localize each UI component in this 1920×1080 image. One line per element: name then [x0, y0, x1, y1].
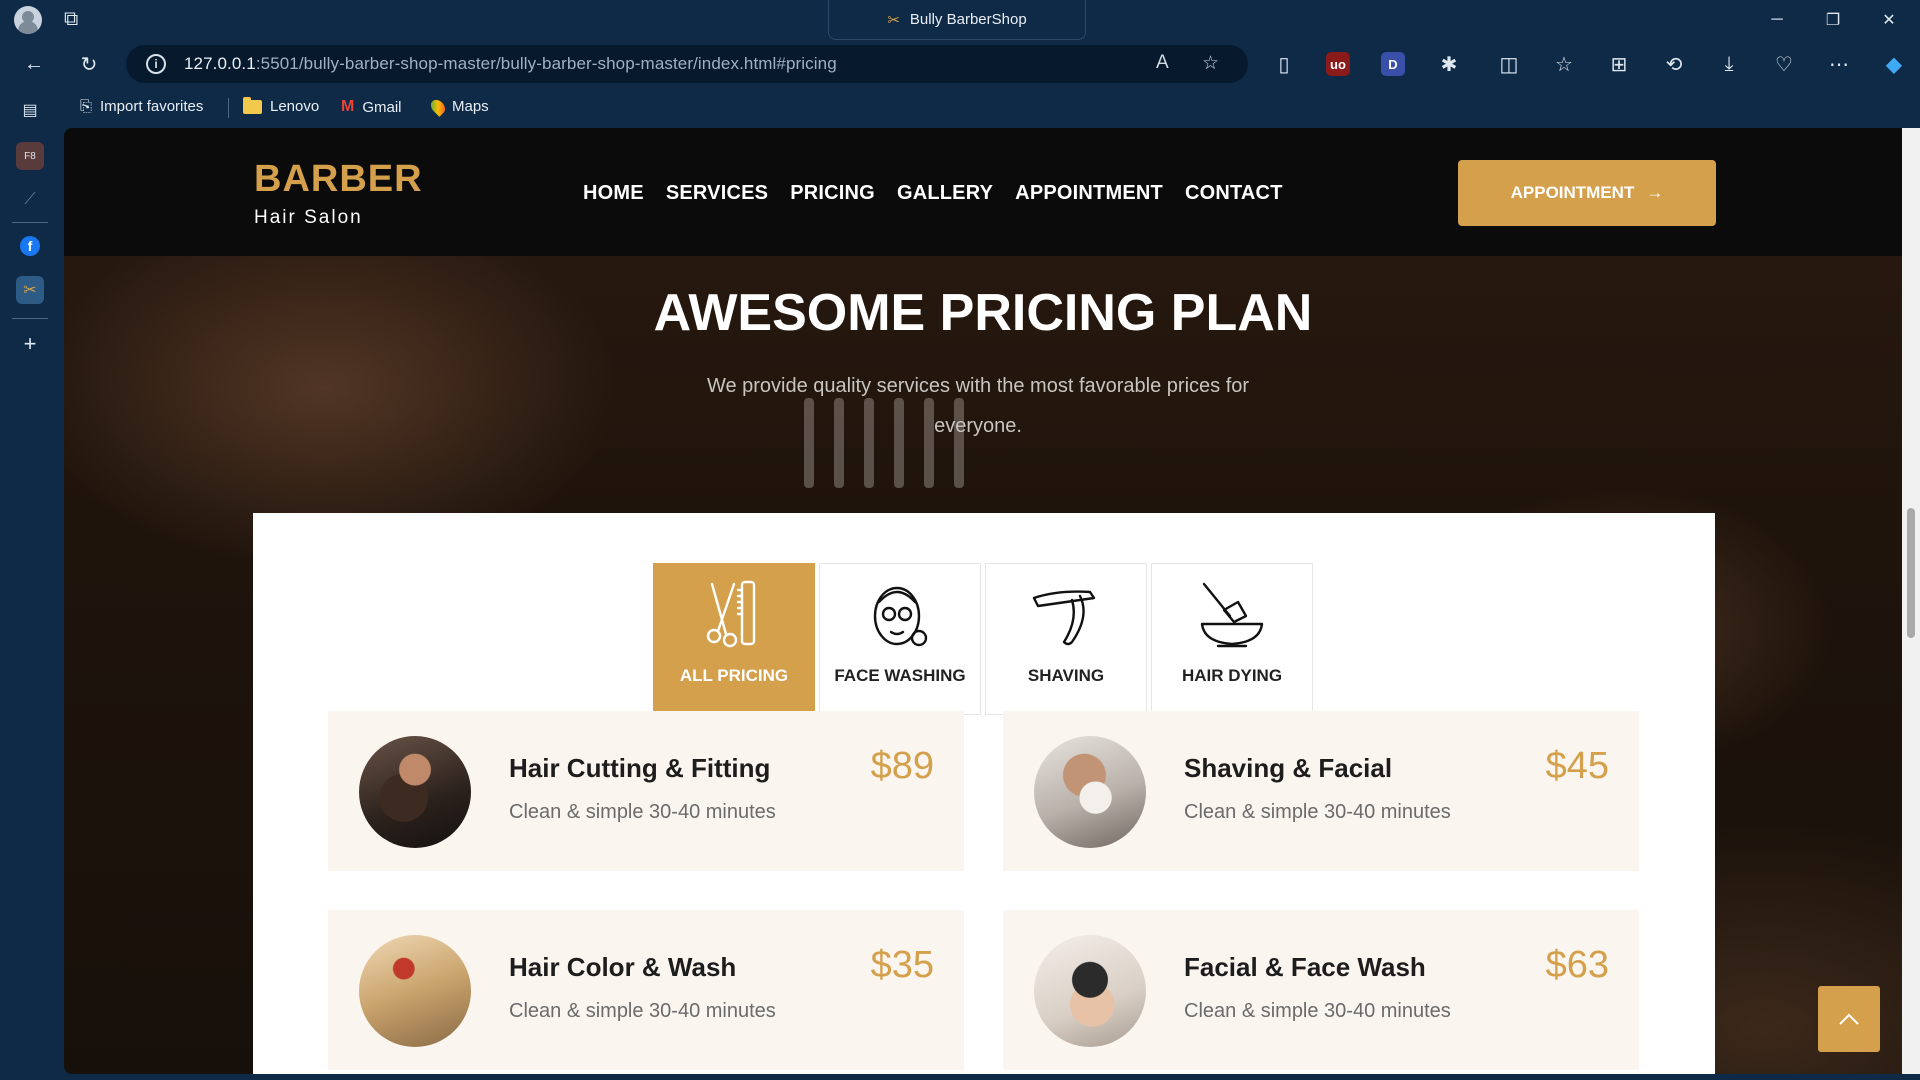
favorite-import[interactable]: ⎘ Import favorites	[80, 98, 203, 115]
dye-brush-icon	[1200, 582, 1264, 648]
scrollbar-thumb[interactable]	[1907, 508, 1915, 638]
tab-title: Bully BarberShop	[909, 11, 1027, 28]
workspaces-icon[interactable]: ⧉	[64, 8, 78, 31]
url-text[interactable]: 127.0.0.1:5501/bully-barber-shop-master/…	[184, 54, 837, 74]
nav-contact[interactable]: CONTACT	[1185, 182, 1283, 205]
pinned-tab-icon-2[interactable]: ⟋	[16, 186, 44, 214]
pinned-tab-icon[interactable]: F8	[16, 142, 44, 170]
main-menu: HOME SERVICES PRICING GALLERY APPOINTMEN…	[583, 182, 1283, 205]
refresh-icon[interactable]: ↻	[71, 46, 107, 82]
extensions-icon[interactable]: ✱	[1431, 46, 1467, 82]
scissors-comb-icon	[706, 580, 756, 648]
pricing-panel: ALL PRICING FACE WASHING SHAVING HAIR DY…	[253, 513, 1715, 1074]
browser-sidebar: ▤ F8 ⟋ f ✂ +	[0, 88, 64, 1080]
scissors-icon: ✂	[887, 11, 900, 29]
appointment-button[interactable]: APPOINTMENT →	[1458, 160, 1716, 226]
split-screen-icon[interactable]: ◫	[1491, 46, 1527, 82]
favorites-divider	[228, 98, 229, 118]
nav-gallery[interactable]: GALLERY	[897, 182, 993, 205]
razor-icon	[1032, 590, 1096, 646]
tab-face-washing[interactable]: FACE WASHING	[819, 563, 981, 715]
favorite-maps[interactable]: Maps	[428, 96, 489, 117]
history-icon[interactable]: ⟲	[1656, 46, 1692, 82]
gmail-icon: M	[341, 98, 355, 115]
sidebar-divider	[12, 222, 48, 223]
browser-tab[interactable]: ✂ Bully BarberShop	[828, 0, 1086, 40]
price-card[interactable]: Hair Color & Wash Clean & simple 30-40 m…	[328, 910, 964, 1070]
close-icon[interactable]: ✕	[1861, 0, 1917, 40]
price-card[interactable]: Hair Cutting & Fitting Clean & simple 30…	[328, 711, 964, 871]
brand-tagline: Hair Salon	[254, 207, 363, 228]
scroll-to-top-button[interactable]	[1818, 986, 1880, 1052]
shaving-facial-photo	[1034, 736, 1146, 848]
nav-services[interactable]: SERVICES	[666, 182, 768, 205]
favorite-star-icon[interactable]: ☆	[1202, 52, 1219, 75]
arrow-right-icon: →	[1646, 183, 1664, 202]
collections-icon[interactable]: ⊞	[1601, 46, 1637, 82]
add-tab-icon[interactable]: +	[16, 330, 44, 358]
tab-shaving[interactable]: SHAVING	[985, 563, 1147, 715]
chevron-up-icon	[1839, 1013, 1859, 1025]
site-info-icon[interactable]: i	[146, 54, 166, 74]
d-extension-icon[interactable]: D	[1381, 52, 1405, 76]
minimize-icon[interactable]: ─	[1749, 0, 1805, 40]
favorites-bar: ⎘ Import favorites Lenovo M Gmail Maps	[0, 88, 1920, 128]
import-icon: ⎘	[80, 98, 93, 115]
browser-titlebar: ⧉ ✂ Bully BarberShop ─ ❐ ✕	[0, 0, 1920, 40]
price-card[interactable]: Facial & Face Wash Clean & simple 30-40 …	[1003, 910, 1639, 1070]
ublock-extension-icon[interactable]: uo	[1326, 52, 1350, 76]
hair-color-photo	[359, 935, 471, 1047]
copilot-icon[interactable]: ◆	[1876, 46, 1912, 82]
phone-icon[interactable]: ▯	[1266, 46, 1302, 82]
page-viewport: BARBER Hair Salon HOME SERVICES PRICING …	[64, 128, 1902, 1074]
pricing-subtitle: We provide quality services with the mos…	[706, 375, 1250, 437]
favorite-gmail[interactable]: M Gmail	[341, 98, 402, 116]
favorite-lenovo[interactable]: Lenovo	[243, 96, 319, 115]
pricing-title: AWESOME PRICING PLAN	[653, 284, 1313, 342]
maps-icon	[428, 96, 448, 117]
nav-appointment[interactable]: APPOINTMENT	[1015, 182, 1163, 205]
restore-icon[interactable]: ❐	[1805, 0, 1861, 40]
read-aloud-icon[interactable]: A	[1156, 52, 1169, 74]
tab-hair-dying[interactable]: HAIR DYING	[1151, 563, 1313, 715]
face-mask-icon	[873, 586, 928, 647]
browser-toolbar: ← ↻ i 127.0.0.1:5501/bully-barber-shop-m…	[0, 40, 1920, 88]
downloads-icon[interactable]: ⤓	[1711, 46, 1747, 82]
performance-icon[interactable]: ♡	[1766, 46, 1802, 82]
site-navbar: BARBER Hair Salon HOME SERVICES PRICING …	[64, 128, 1902, 256]
facial-wash-photo	[1034, 935, 1146, 1047]
tab-all-pricing[interactable]: ALL PRICING	[653, 563, 815, 715]
page-scrollbar[interactable]	[1902, 128, 1920, 1074]
facebook-icon[interactable]: f	[20, 236, 40, 256]
tab-actions-icon[interactable]: ▤	[16, 96, 44, 124]
nav-pricing[interactable]: PRICING	[790, 182, 875, 205]
pricing-tabs: ALL PRICING FACE WASHING SHAVING HAIR DY…	[653, 563, 1313, 715]
sidebar-divider	[12, 318, 48, 319]
back-icon[interactable]: ←	[16, 46, 52, 82]
more-menu-icon[interactable]: ⋯	[1821, 46, 1857, 82]
favorites-icon[interactable]: ☆	[1546, 46, 1582, 82]
folder-icon	[243, 96, 262, 114]
price-card[interactable]: Shaving & Facial Clean & simple 30-40 mi…	[1003, 711, 1639, 871]
nav-home[interactable]: HOME	[583, 182, 644, 205]
site-logo[interactable]: BARBER Hair Salon	[254, 158, 423, 229]
barbershop-tab-icon[interactable]: ✂	[16, 276, 44, 304]
brand-name: BARBER	[254, 158, 423, 200]
address-bar[interactable]: i 127.0.0.1:5501/bully-barber-shop-maste…	[126, 45, 1248, 83]
hair-cutting-photo	[359, 736, 471, 848]
profile-avatar[interactable]	[14, 6, 42, 34]
